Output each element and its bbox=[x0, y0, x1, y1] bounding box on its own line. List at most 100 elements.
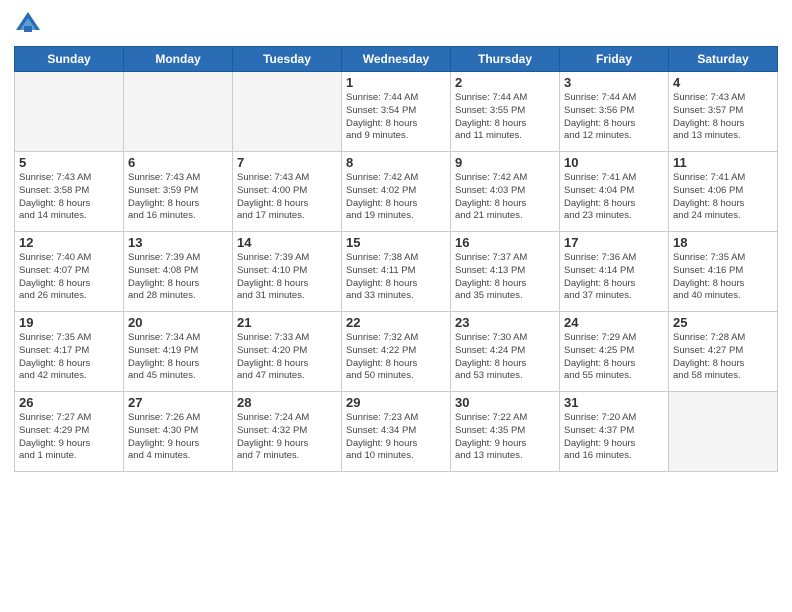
calendar-cell: 2 Sunrise: 7:44 AMSunset: 3:55 PMDaylight… bbox=[451, 72, 560, 152]
calendar-cell: 19 Sunrise: 7:35 AMSunset: 4:17 PMDayligh… bbox=[15, 312, 124, 392]
calendar-week-row: 12 Sunrise: 7:40 AMSunset: 4:07 PMDayligh… bbox=[15, 232, 778, 312]
day-number: 25 bbox=[673, 315, 773, 330]
day-number: 3 bbox=[564, 75, 664, 90]
calendar-cell: 5Sunrise: 7:43 AMSunset: 3:58 PMDaylight… bbox=[15, 152, 124, 232]
calendar-cell: 1 Sunrise: 7:44 AMSunset: 3:54 PMDaylight… bbox=[342, 72, 451, 152]
day-number: 17 bbox=[564, 235, 664, 250]
day-number: 5 bbox=[19, 155, 119, 170]
day-info: Sunrise: 7:44 AMSunset: 3:54 PMDaylight:… bbox=[346, 92, 446, 143]
day-info: Sunrise: 7:35 AMSunset: 4:16 PMDaylight:… bbox=[673, 252, 773, 303]
day-info: Sunrise: 7:44 AMSunset: 3:55 PMDaylight:… bbox=[455, 92, 555, 143]
calendar-cell: 8 Sunrise: 7:42 AMSunset: 4:02 PMDaylight… bbox=[342, 152, 451, 232]
calendar-cell: 18 Sunrise: 7:35 AMSunset: 4:16 PMDayligh… bbox=[669, 232, 778, 312]
day-info: Sunrise: 7:28 AMSunset: 4:27 PMDaylight:… bbox=[673, 332, 773, 383]
day-number: 15 bbox=[346, 235, 446, 250]
day-number: 13 bbox=[128, 235, 228, 250]
day-number: 28 bbox=[237, 395, 337, 410]
day-number: 8 bbox=[346, 155, 446, 170]
day-info: Sunrise: 7:33 AMSunset: 4:20 PMDaylight:… bbox=[237, 332, 337, 383]
day-number: 27 bbox=[128, 395, 228, 410]
day-info: Sunrise: 7:36 AMSunset: 4:14 PMDaylight:… bbox=[564, 252, 664, 303]
calendar-week-row: 1 Sunrise: 7:44 AMSunset: 3:54 PMDaylight… bbox=[15, 72, 778, 152]
calendar-cell bbox=[15, 72, 124, 152]
day-number: 26 bbox=[19, 395, 119, 410]
calendar-cell: 24Sunrise: 7:29 AMSunset: 4:25 PMDayligh… bbox=[560, 312, 669, 392]
day-info: Sunrise: 7:23 AMSunset: 4:34 PMDaylight:… bbox=[346, 412, 446, 463]
calendar-cell: 12 Sunrise: 7:40 AMSunset: 4:07 PMDayligh… bbox=[15, 232, 124, 312]
calendar-cell: 7Sunrise: 7:43 AMSunset: 4:00 PMDaylight… bbox=[233, 152, 342, 232]
day-info: Sunrise: 7:24 AMSunset: 4:32 PMDaylight:… bbox=[237, 412, 337, 463]
main-container: SundayMondayTuesdayWednesdayThursdayFrid… bbox=[0, 0, 792, 612]
weekday-header-wednesday: Wednesday bbox=[342, 47, 451, 72]
logo bbox=[14, 10, 46, 38]
calendar-week-row: 5Sunrise: 7:43 AMSunset: 3:58 PMDaylight… bbox=[15, 152, 778, 232]
logo-icon bbox=[14, 10, 42, 38]
day-number: 22 bbox=[346, 315, 446, 330]
calendar-table: SundayMondayTuesdayWednesdayThursdayFrid… bbox=[14, 46, 778, 472]
day-number: 29 bbox=[346, 395, 446, 410]
weekday-header-saturday: Saturday bbox=[669, 47, 778, 72]
calendar-cell bbox=[669, 392, 778, 472]
calendar-cell: 22Sunrise: 7:32 AMSunset: 4:22 PMDayligh… bbox=[342, 312, 451, 392]
weekday-header-row: SundayMondayTuesdayWednesdayThursdayFrid… bbox=[15, 47, 778, 72]
day-info: Sunrise: 7:39 AMSunset: 4:08 PMDaylight:… bbox=[128, 252, 228, 303]
day-number: 1 bbox=[346, 75, 446, 90]
calendar-cell: 6 Sunrise: 7:43 AMSunset: 3:59 PMDaylight… bbox=[124, 152, 233, 232]
day-info: Sunrise: 7:30 AMSunset: 4:24 PMDaylight:… bbox=[455, 332, 555, 383]
day-info: Sunrise: 7:42 AMSunset: 4:02 PMDaylight:… bbox=[346, 172, 446, 223]
day-info: Sunrise: 7:43 AMSunset: 3:57 PMDaylight:… bbox=[673, 92, 773, 143]
calendar-cell: 25 Sunrise: 7:28 AMSunset: 4:27 PMDayligh… bbox=[669, 312, 778, 392]
day-number: 19 bbox=[19, 315, 119, 330]
calendar-week-row: 26 Sunrise: 7:27 AMSunset: 4:29 PMDayligh… bbox=[15, 392, 778, 472]
calendar-cell: 14Sunrise: 7:39 AMSunset: 4:10 PMDayligh… bbox=[233, 232, 342, 312]
day-number: 2 bbox=[455, 75, 555, 90]
day-number: 6 bbox=[128, 155, 228, 170]
calendar-cell: 10 Sunrise: 7:41 AMSunset: 4:04 PMDayligh… bbox=[560, 152, 669, 232]
day-number: 18 bbox=[673, 235, 773, 250]
day-info: Sunrise: 7:22 AMSunset: 4:35 PMDaylight:… bbox=[455, 412, 555, 463]
weekday-header-friday: Friday bbox=[560, 47, 669, 72]
calendar-cell: 30 Sunrise: 7:22 AMSunset: 4:35 PMDayligh… bbox=[451, 392, 560, 472]
weekday-header-tuesday: Tuesday bbox=[233, 47, 342, 72]
day-number: 11 bbox=[673, 155, 773, 170]
calendar-cell: 28 Sunrise: 7:24 AMSunset: 4:32 PMDayligh… bbox=[233, 392, 342, 472]
calendar-cell: 11Sunrise: 7:41 AMSunset: 4:06 PMDayligh… bbox=[669, 152, 778, 232]
day-number: 20 bbox=[128, 315, 228, 330]
calendar-cell bbox=[233, 72, 342, 152]
calendar-cell: 21 Sunrise: 7:33 AMSunset: 4:20 PMDayligh… bbox=[233, 312, 342, 392]
day-number: 9 bbox=[455, 155, 555, 170]
day-info: Sunrise: 7:44 AMSunset: 3:56 PMDaylight:… bbox=[564, 92, 664, 143]
day-number: 16 bbox=[455, 235, 555, 250]
calendar-cell: 9 Sunrise: 7:42 AMSunset: 4:03 PMDaylight… bbox=[451, 152, 560, 232]
calendar-cell: 17 Sunrise: 7:36 AMSunset: 4:14 PMDayligh… bbox=[560, 232, 669, 312]
day-number: 21 bbox=[237, 315, 337, 330]
day-info: Sunrise: 7:41 AMSunset: 4:04 PMDaylight:… bbox=[564, 172, 664, 223]
day-number: 4 bbox=[673, 75, 773, 90]
day-info: Sunrise: 7:27 AMSunset: 4:29 PMDaylight:… bbox=[19, 412, 119, 463]
day-info: Sunrise: 7:42 AMSunset: 4:03 PMDaylight:… bbox=[455, 172, 555, 223]
day-info: Sunrise: 7:34 AMSunset: 4:19 PMDaylight:… bbox=[128, 332, 228, 383]
day-info: Sunrise: 7:26 AMSunset: 4:30 PMDaylight:… bbox=[128, 412, 228, 463]
calendar-cell: 13 Sunrise: 7:39 AMSunset: 4:08 PMDayligh… bbox=[124, 232, 233, 312]
day-info: Sunrise: 7:35 AMSunset: 4:17 PMDaylight:… bbox=[19, 332, 119, 383]
calendar-cell bbox=[124, 72, 233, 152]
day-number: 23 bbox=[455, 315, 555, 330]
calendar-cell: 26 Sunrise: 7:27 AMSunset: 4:29 PMDayligh… bbox=[15, 392, 124, 472]
weekday-header-monday: Monday bbox=[124, 47, 233, 72]
day-info: Sunrise: 7:20 AMSunset: 4:37 PMDaylight:… bbox=[564, 412, 664, 463]
calendar-cell: 3 Sunrise: 7:44 AMSunset: 3:56 PMDaylight… bbox=[560, 72, 669, 152]
day-number: 12 bbox=[19, 235, 119, 250]
calendar-cell: 20 Sunrise: 7:34 AMSunset: 4:19 PMDayligh… bbox=[124, 312, 233, 392]
day-info: Sunrise: 7:43 AMSunset: 4:00 PMDaylight:… bbox=[237, 172, 337, 223]
header bbox=[14, 10, 778, 38]
calendar-cell: 23 Sunrise: 7:30 AMSunset: 4:24 PMDayligh… bbox=[451, 312, 560, 392]
day-info: Sunrise: 7:40 AMSunset: 4:07 PMDaylight:… bbox=[19, 252, 119, 303]
day-info: Sunrise: 7:39 AMSunset: 4:10 PMDaylight:… bbox=[237, 252, 337, 303]
calendar-week-row: 19 Sunrise: 7:35 AMSunset: 4:17 PMDayligh… bbox=[15, 312, 778, 392]
weekday-header-sunday: Sunday bbox=[15, 47, 124, 72]
day-info: Sunrise: 7:43 AMSunset: 3:59 PMDaylight:… bbox=[128, 172, 228, 223]
day-number: 31 bbox=[564, 395, 664, 410]
day-number: 24 bbox=[564, 315, 664, 330]
day-number: 30 bbox=[455, 395, 555, 410]
day-number: 10 bbox=[564, 155, 664, 170]
